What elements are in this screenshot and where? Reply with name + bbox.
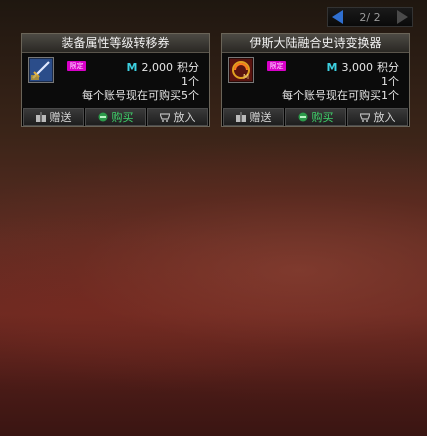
purchase-limit: 每个账号现在可购买1个 [282,89,399,102]
limited-badge: 限定 [267,61,286,71]
svg-text:M: M [243,73,249,81]
currency-icon: M [326,60,338,74]
page-indicator: 2/ 2 [359,10,381,24]
item-title: 装备属性等级转移券 [22,34,209,53]
buy-button[interactable]: 购买 [285,108,346,126]
gift-label: 赠送 [249,111,272,124]
buy-icon [298,112,307,122]
shop-item-card: 装备属性等级转移券 限定 M 2,000 积分 1个 每个账号现在可购买5个 赠… [21,33,210,127]
prev-page-icon[interactable] [332,10,343,24]
gift-button[interactable]: 赠送 [223,108,284,126]
item-body: M 限定 M 3,000 积分 1个 每个账号现在可购买1个 [222,53,409,109]
buy-label: 购买 [311,111,334,124]
gift-icon [235,112,246,122]
item-body: 限定 M 2,000 积分 1个 每个账号现在可购买5个 [22,53,209,109]
gift-icon [35,112,46,122]
limited-badge: 限定 [67,61,86,71]
cart-icon [359,113,370,122]
next-page-icon[interactable] [396,10,408,24]
currency-icon: M [126,60,138,74]
gift-label: 赠送 [49,111,72,124]
buy-button[interactable]: 购买 [85,108,146,126]
price-value: 3,000 [341,60,374,74]
action-bar: 赠送 购买 放入 [22,108,209,126]
page-navigator: 2/ 2 [327,7,413,27]
cart-icon [159,113,170,122]
fusion-converter-icon[interactable]: M [228,57,254,83]
buy-icon [98,112,107,122]
price-value: 2,000 [141,60,174,74]
gift-button[interactable]: 赠送 [23,108,84,126]
add-to-cart-button[interactable]: 放入 [147,108,208,126]
shop-item-card: 伊斯大陆融合史诗变换器 M 限定 M 3,000 积分 1个 每个账号现在可购买… [221,33,410,127]
cart-label: 放入 [173,111,196,124]
buy-label: 购买 [111,111,134,124]
add-to-cart-button[interactable]: 放入 [347,108,408,126]
item-title: 伊斯大陆融合史诗变换器 [222,34,409,53]
sword-ticket-icon[interactable] [28,57,54,83]
action-bar: 赠送 购买 放入 [222,108,409,126]
purchase-limit: 每个账号现在可购买5个 [82,89,199,102]
cart-label: 放入 [373,111,396,124]
